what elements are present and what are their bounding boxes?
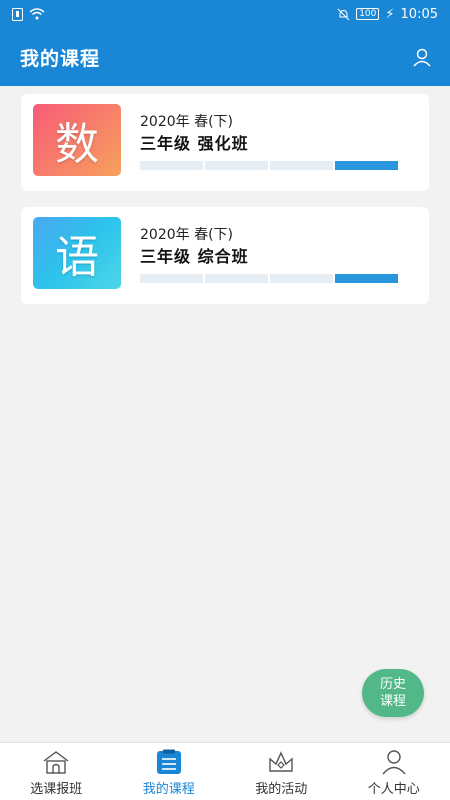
wifi-icon	[29, 8, 45, 20]
course-card[interactable]: 数 2020年 春(下) 三年级 强化班	[21, 94, 429, 191]
progress-segment	[270, 161, 333, 170]
course-term: 2020年 春(下)	[140, 227, 234, 243]
tab-label: 选课报班	[30, 782, 83, 797]
user-icon[interactable]	[412, 47, 432, 67]
status-right: 100 ⚡ 10:05	[337, 7, 438, 22]
page-title: 我的课程	[20, 47, 101, 70]
course-progress	[140, 274, 398, 283]
history-button-line2: 课程	[379, 694, 406, 709]
chinese-subject-icon: 语	[33, 217, 121, 289]
tab-personal-center[interactable]: 个人中心	[338, 743, 450, 800]
course-name: 三年级 综合班	[140, 247, 249, 266]
sim-icon	[12, 7, 23, 21]
progress-segment	[205, 274, 268, 283]
tab-label: 个人中心	[367, 782, 420, 797]
progress-segment	[140, 274, 203, 283]
progress-segment	[335, 161, 398, 170]
tab-select-course[interactable]: 选课报班	[0, 743, 113, 800]
progress-segment	[335, 274, 398, 283]
tab-label: 我的活动	[255, 782, 308, 797]
clipboard-icon	[156, 749, 181, 774]
math-subject-icon: 数	[33, 104, 121, 176]
charging-icon: ⚡	[385, 6, 395, 22]
status-left	[12, 7, 45, 21]
mute-bell-icon	[337, 8, 350, 20]
tab-my-courses[interactable]: 我的课程	[113, 743, 226, 800]
history-button-line1: 历史	[379, 677, 406, 692]
history-courses-button[interactable]: 历史 课程	[362, 669, 424, 717]
user-icon	[382, 750, 406, 775]
course-term: 2020年 春(下)	[140, 114, 234, 130]
course-progress	[140, 161, 398, 170]
course-card[interactable]: 语 2020年 春(下) 三年级 综合班	[21, 207, 429, 304]
status-bar: 100 ⚡ 10:05	[0, 0, 450, 28]
app-header: 我的课程	[0, 28, 450, 86]
battery-indicator: 100	[356, 8, 380, 20]
house-icon	[43, 751, 69, 774]
tab-my-activities[interactable]: 我的活动	[225, 743, 338, 800]
status-time: 10:05	[400, 6, 438, 22]
progress-segment	[140, 161, 203, 170]
tab-label: 我的课程	[142, 782, 195, 797]
crown-icon	[269, 751, 293, 772]
bottom-tab-bar: 选课报班 我的课程 我的活动 个人中心	[0, 742, 450, 800]
progress-segment	[270, 274, 333, 283]
progress-segment	[205, 161, 268, 170]
course-name: 三年级 强化班	[140, 134, 249, 153]
